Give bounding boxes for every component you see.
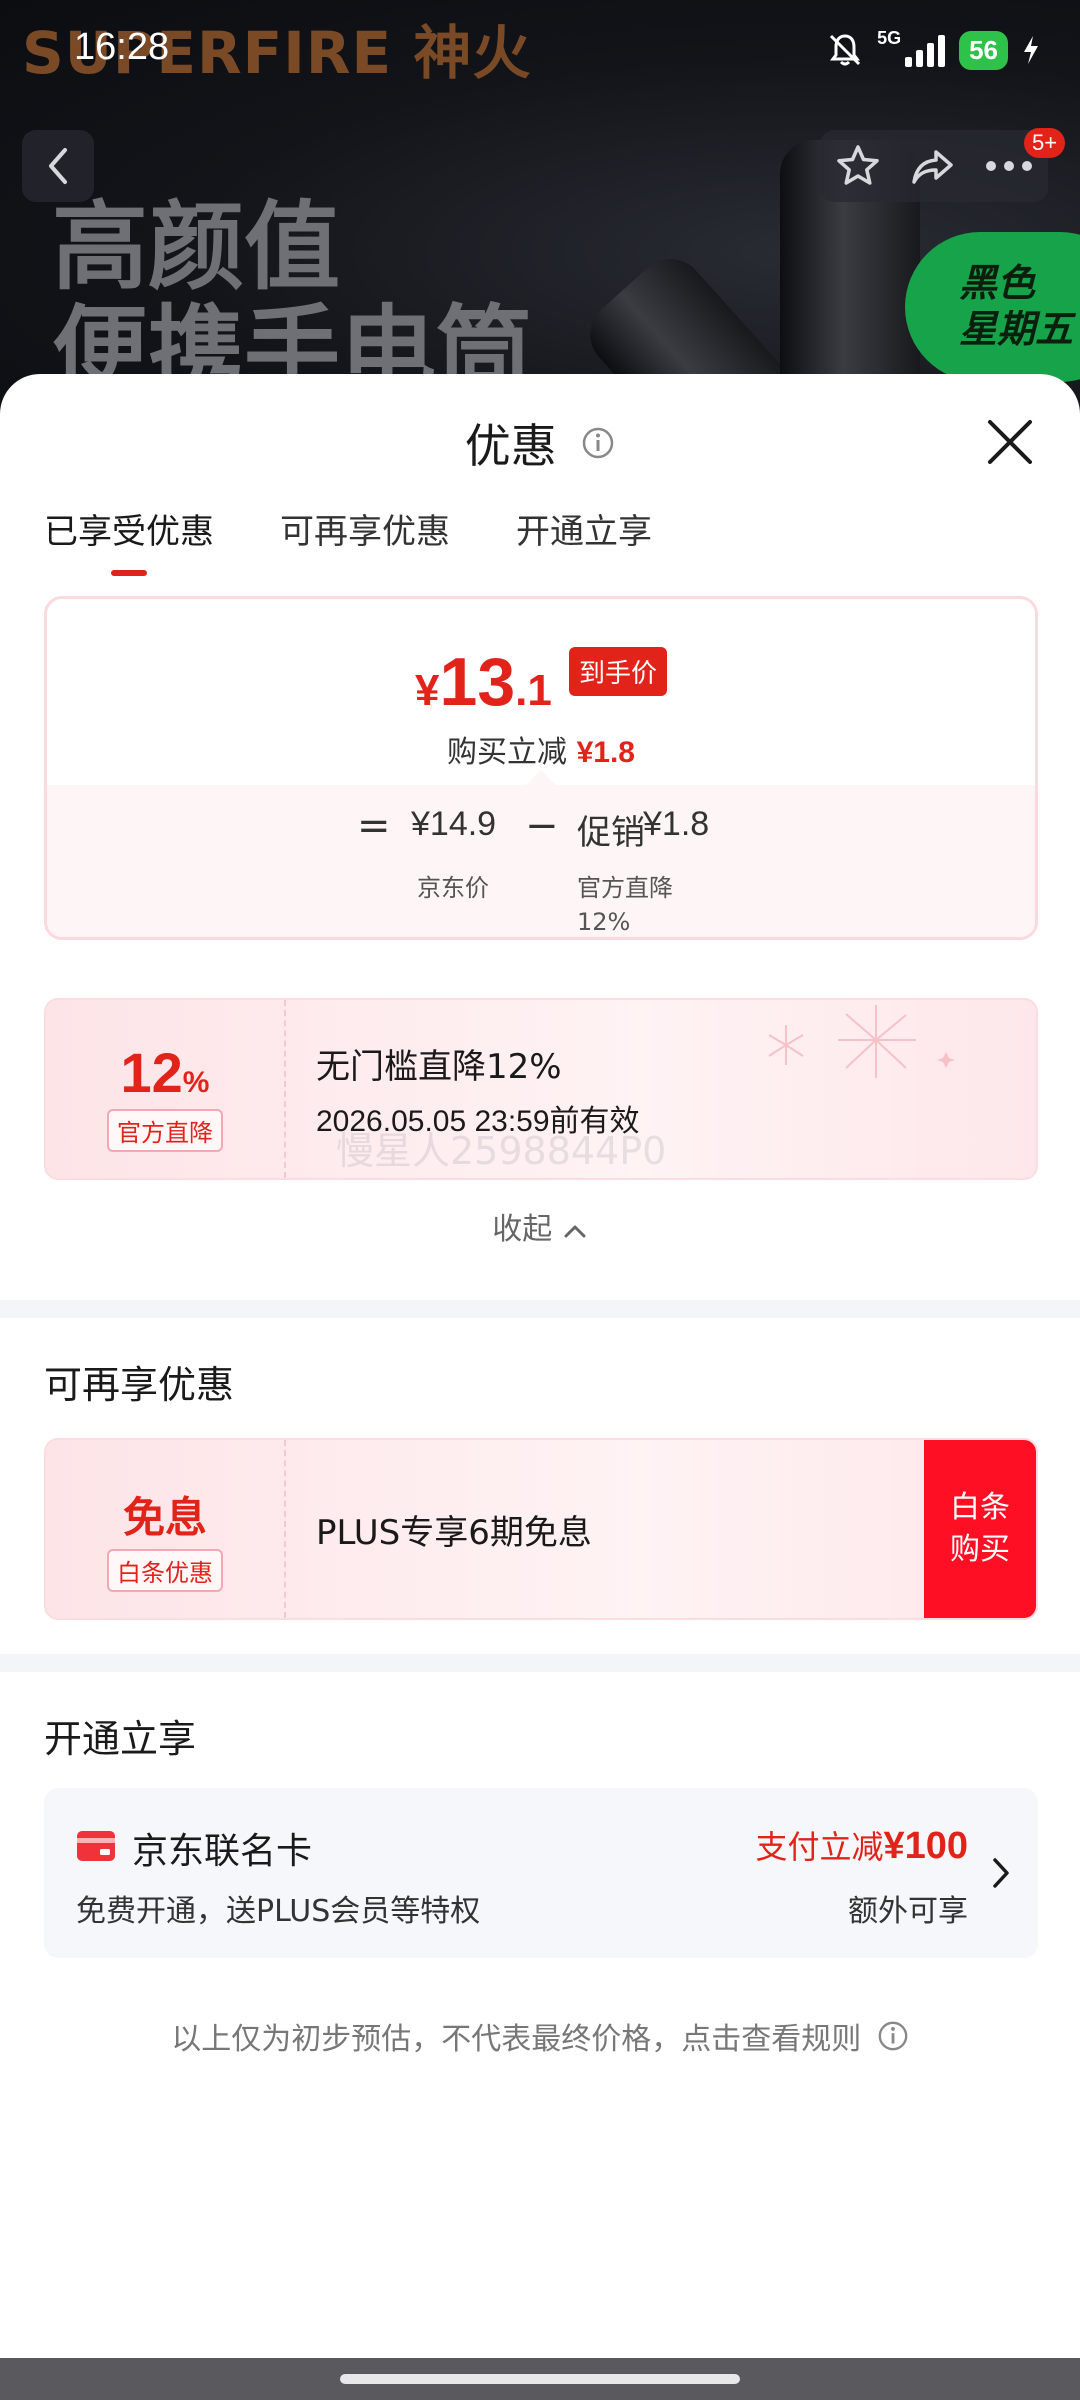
section-open-title: 开通立享 [44, 1717, 197, 1761]
final-price: ¥ 13 .1 [415, 643, 552, 721]
badge-line-2: 星期五 [959, 307, 1074, 351]
message-count-badge: 5+ [1024, 128, 1066, 158]
sheet-title-text: 优惠 [464, 419, 557, 473]
tab-more-discounts[interactable]: 可再享优惠 [280, 504, 450, 564]
chevron-right-icon [993, 1858, 1009, 1888]
final-price-block: ¥ 13 .1 到手价 购买立减 ¥1.8 [47, 599, 1035, 786]
section-divider [0, 1654, 1080, 1672]
final-price-tag: 到手价 [568, 647, 667, 696]
card-promo-label: 支付立减 [755, 1828, 884, 1866]
top-actions [820, 130, 1048, 202]
price-notch [525, 770, 557, 786]
tab-bar: 已享受优惠 可再享优惠 开通立享 [0, 504, 1080, 604]
tab-enjoyed[interactable]: 已享受优惠 [44, 504, 214, 576]
tab-open-enjoy[interactable]: 开通立享 [516, 504, 652, 564]
back-button[interactable] [22, 130, 94, 202]
star-icon[interactable] [834, 142, 882, 190]
co-branded-card-row[interactable]: 京东联名卡 免费开通，送PLUS会员等特权 支付立减¥100 额外可享 [44, 1788, 1038, 1958]
promo-sub-pct: 12% [577, 908, 631, 936]
rules-footnote[interactable]: 以上仅为初步预估，不代表最终价格，点击查看规则 [0, 2014, 1080, 2058]
jd-price-label: 京东价 [417, 874, 489, 902]
card-extra: 额外可享 [848, 1894, 968, 1929]
jd-price-value: ¥14.9 [411, 805, 497, 843]
final-price-currency: ¥ [415, 666, 440, 715]
coupon-title: 无门槛直降12% [316, 1046, 562, 1087]
promo-label: 促销 [577, 813, 645, 853]
badge-line-1: 黑色 [959, 261, 1036, 305]
collapse-label: 收起 [492, 1212, 553, 1247]
final-price-integer: 13 [439, 644, 516, 720]
price-formula: = ¥14.9 − 促销 ¥1.8 京东价 官方直降 12% [47, 785, 1035, 937]
status-bar: 16:28 5G 56 [0, 0, 1080, 100]
black-friday-badge: 黑色 星期五 [905, 232, 1080, 382]
baitiao-value: 免息 [46, 1484, 284, 1545]
battery-icon: 56 [959, 30, 1008, 70]
minus-sign: − [525, 803, 559, 849]
baitiao-button-line-2: 购买 [950, 1532, 1010, 1567]
collapse-toggle[interactable]: 收起 [0, 1204, 1080, 1248]
chevron-left-icon [49, 148, 67, 184]
sheet-title: 优惠 [0, 410, 1080, 476]
network-type: 5G [877, 28, 902, 48]
baitiao-buy-button[interactable]: 白条 购买 [924, 1440, 1036, 1618]
coupon-value-unit: % [182, 1066, 210, 1099]
card-description: 免费开通，送PLUS会员等特权 [76, 1894, 481, 1929]
status-time: 16:28 [74, 26, 170, 68]
watermark: 慢星人2598844P0 [336, 1129, 667, 1173]
section-divider [0, 1300, 1080, 1318]
signal-icon [905, 33, 946, 67]
card-name: 京东联名卡 [132, 1831, 313, 1872]
fireworks-decoration [768, 1005, 955, 1078]
more-icon[interactable] [984, 160, 1034, 172]
price-summary-card: ¥ 13 .1 到手价 购买立减 ¥1.8 = ¥14.9 − 促销 ¥1.8 … [44, 596, 1038, 940]
baitiao-title: PLUS专享6期免息 [316, 1512, 592, 1553]
baitiao-coupon: 免息 白条优惠 PLUS专享6期免息 白条 购买 [44, 1438, 1038, 1620]
baitiao-value-block: 免息 白条优惠 [46, 1440, 286, 1618]
discount-sheet: 优惠 已享受优惠 可再享优惠 开通立享 ¥ 13 .1 到手价 购买立减 ¥1.… [0, 374, 1080, 2400]
official-discount-coupon: 12% 官方直降 无门槛直降12% 2026.05.05 23:59前有效 慢星… [44, 998, 1038, 1180]
credit-card-icon [77, 1831, 115, 1861]
instant-cut-label: 购买立减 [447, 735, 568, 770]
info-icon[interactable] [581, 426, 615, 460]
coupon-value: 12% [46, 1040, 284, 1105]
chevron-up-icon [564, 1225, 586, 1237]
slogan-line-1: 高颜值 [52, 191, 340, 303]
final-price-decimal: .1 [515, 666, 552, 715]
coupon-type-tag: 官方直降 [107, 1109, 223, 1152]
info-icon [878, 2021, 908, 2051]
promo-sub-label-block: 官方直降 12% [577, 871, 673, 937]
baitiao-tag: 白条优惠 [107, 1549, 223, 1592]
card-promo: 支付立减¥100 [755, 1822, 968, 1868]
promo-value: ¥1.8 [643, 805, 710, 843]
status-icons: 5G 56 [827, 28, 1040, 72]
mute-bell-icon [830, 34, 861, 66]
coupon-value-number: 12 [120, 1041, 183, 1104]
baitiao-button-line-1: 白条 [950, 1490, 1010, 1525]
promo-sub-label: 官方直降 [577, 874, 673, 902]
equals-sign: = [357, 803, 391, 849]
home-indicator[interactable] [340, 2374, 740, 2384]
card-promo-amount: ¥100 [883, 1825, 968, 1867]
share-icon[interactable] [909, 142, 957, 190]
instant-cut-line: 购买立减 ¥1.8 [47, 727, 1035, 771]
instant-cut-value: ¥1.8 [576, 736, 635, 769]
footnote-text: 以上仅为初步预估，不代表最终价格，点击查看规则 [171, 2022, 862, 2057]
banner-slogan: 高颜值 便携手电筒 [52, 195, 532, 403]
baitiao-detail: PLUS专享6期免息 [316, 1440, 592, 1618]
baitiao-value-text: 免息 [122, 1493, 207, 1542]
coupon-value-block: 12% 官方直降 [46, 1000, 286, 1178]
close-icon[interactable] [980, 412, 1040, 472]
sheet-header: 优惠 [0, 374, 1080, 504]
section-more-title: 可再享优惠 [44, 1363, 235, 1407]
charging-icon [1024, 36, 1038, 64]
